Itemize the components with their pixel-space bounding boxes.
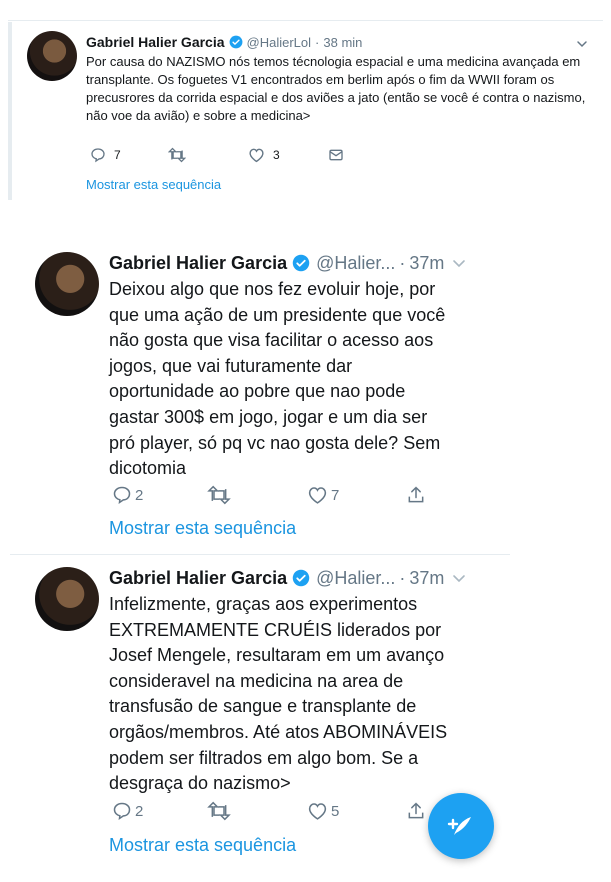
share-icon [408, 486, 424, 503]
compose-tweet-icon [447, 817, 471, 835]
tweet-line: Josef Mengele, resultaram em um avanço [109, 645, 445, 666]
tweet-line: transfusão de sangue e transplante de [109, 696, 417, 717]
tweet-bottom[interactable]: Gabriel Halier Garcia @Halier... · 37m I… [0, 555, 611, 882]
reply-count: 2 [135, 486, 144, 504]
verified-badge-icon [229, 35, 242, 49]
tweet-actions: 2 5 [112, 800, 432, 822]
tweet-line: dicotomia [109, 458, 187, 479]
like-icon [249, 148, 264, 163]
tweet-header: Gabriel Halier Garcia @Halier... · 37m [109, 250, 466, 276]
reply-count: 2 [135, 802, 144, 820]
retweet-icon [168, 147, 186, 163]
tweet-line: Deixou algo que nos fez evoluir hoje, po… [109, 279, 436, 299]
like-count: 5 [331, 802, 340, 820]
timestamp[interactable]: 37m [409, 253, 444, 274]
timestamp[interactable]: 38 min [323, 35, 362, 50]
like-button[interactable]: 7 [307, 484, 339, 506]
author-name[interactable]: Gabriel Halier Garcia [109, 253, 287, 274]
divider [8, 20, 603, 21]
like-count: 3 [273, 148, 280, 162]
retweet-button[interactable] [207, 800, 234, 822]
tweet-line: não gosta que visa facilitar o acesso ao… [109, 330, 434, 351]
reply-icon [113, 802, 131, 821]
reply-button[interactable]: 2 [112, 800, 143, 822]
like-icon [308, 803, 327, 820]
tweet-line: consideravel na medicina na area de [109, 670, 404, 691]
tweet-text: Por causa do NAZISMO nós temos técnologi… [86, 54, 586, 123]
reply-icon [91, 148, 105, 163]
chevron-down-icon[interactable] [452, 256, 466, 270]
chevron-down-icon[interactable] [452, 571, 466, 585]
like-button[interactable]: 3 [248, 147, 328, 163]
tweet-line: pró player, só pq vc nao gosta dele? Sem [109, 432, 441, 453]
tweet-line: oportunidade ao pobre que nao pode [109, 381, 406, 402]
dm-icon [329, 149, 343, 161]
tweet-line: podem ser filtrados em algo bom. Se a [109, 747, 419, 768]
avatar[interactable] [27, 31, 77, 81]
tweet-actions: 7 3 [90, 146, 358, 164]
separator-dot: · [399, 567, 406, 588]
like-icon [308, 487, 327, 504]
retweet-icon [207, 485, 231, 505]
tweet-line: orgãos/membros. Até atos ABOMINÁVEIS [109, 721, 448, 742]
tweet-line: desgraça do nazismo> [109, 773, 291, 794]
tweet-text: Infelizmente, graças aos experimentos EX… [109, 592, 447, 797]
avatar[interactable] [35, 252, 99, 316]
separator-dot: · [399, 252, 406, 273]
share-button[interactable] [406, 800, 426, 822]
share-icon [408, 802, 424, 819]
show-thread-link[interactable]: Mostrar esta sequência [109, 835, 296, 856]
tweet-top[interactable]: Gabriel Halier Garcia @HalierLol · 38 mi… [0, 0, 611, 205]
retweet-button[interactable] [168, 147, 248, 163]
retweet-button[interactable] [207, 484, 234, 506]
tweet-line: EXTREMAMENTE CRUÉIS liderados por [109, 619, 442, 640]
compose-tweet-button[interactable] [428, 793, 494, 859]
tweet-actions: 2 7 [112, 484, 432, 506]
reply-icon [113, 486, 131, 505]
separator-dot: · [315, 34, 320, 50]
author-name[interactable]: Gabriel Halier Garcia [86, 34, 225, 50]
author-handle[interactable]: @Halier... [316, 253, 395, 274]
reply-button[interactable]: 2 [112, 484, 143, 506]
tweet-header: Gabriel Halier Garcia @HalierLol · 38 mi… [86, 33, 362, 51]
tweet-line: Infelizmente, graças aos experimentos [109, 594, 418, 614]
author-handle[interactable]: @HalierLol [247, 35, 312, 50]
avatar[interactable] [35, 567, 99, 631]
tweet-line: que uma ação de um presidente que você [109, 304, 446, 325]
tweet-line: jogos, que vai futuramente dar [109, 355, 353, 376]
show-thread-link[interactable]: Mostrar esta sequência [86, 177, 221, 192]
show-thread-link[interactable]: Mostrar esta sequência [109, 518, 296, 539]
reply-count: 7 [114, 148, 121, 162]
retweet-icon [207, 801, 231, 821]
reply-button[interactable]: 7 [90, 147, 168, 163]
chevron-down-icon[interactable] [576, 38, 588, 50]
verified-badge-icon [292, 569, 310, 587]
like-count: 7 [331, 486, 340, 504]
like-button[interactable]: 5 [307, 800, 339, 822]
timestamp[interactable]: 37m [409, 568, 444, 589]
thread-edge [8, 22, 12, 200]
verified-badge-icon [292, 254, 310, 272]
author-handle[interactable]: @Halier... [316, 568, 395, 589]
tweet-middle[interactable]: Gabriel Halier Garcia @Halier... · 37m D… [0, 240, 611, 555]
tweet-text: Deixou algo que nos fez evoluir hoje, po… [109, 277, 445, 482]
share-button[interactable] [406, 484, 426, 506]
dm-button[interactable] [328, 147, 358, 163]
tweet-line: gastar 300$ em jogo, jogar e um dia ser [109, 406, 428, 427]
author-name[interactable]: Gabriel Halier Garcia [109, 568, 287, 589]
tweet-header: Gabriel Halier Garcia @Halier... · 37m [109, 565, 466, 591]
